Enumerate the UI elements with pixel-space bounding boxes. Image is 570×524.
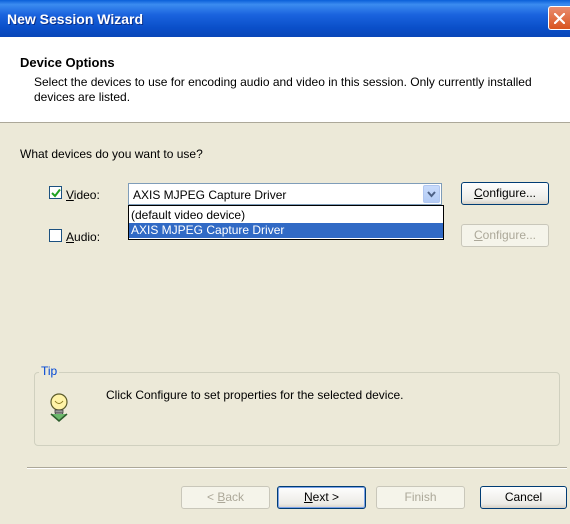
page-description: Select the devices to use for encoding a… <box>34 75 532 104</box>
checkmark-icon <box>51 188 61 198</box>
video-dropdown-button[interactable] <box>423 185 440 203</box>
page-title: Device Options <box>20 55 115 70</box>
wizard-header: Device Options Select the devices to use… <box>0 37 570 123</box>
video-device-selected: AXIS MJPEG Capture Driver <box>133 188 287 202</box>
chevron-down-icon <box>427 191 436 198</box>
audio-label: Audio: <box>66 230 101 244</box>
next-button[interactable]: Next > <box>277 486 366 509</box>
back-button[interactable]: < Back <box>181 486 270 509</box>
finish-button[interactable]: Finish <box>376 486 465 509</box>
footer-separator <box>27 467 567 469</box>
dropdown-option-selected[interactable]: AXIS MJPEG Capture Driver <box>129 223 443 238</box>
video-device-select[interactable]: AXIS MJPEG Capture Driver <box>128 183 442 205</box>
audio-configure-button[interactable]: Configure... <box>461 224 549 247</box>
device-question: What devices do you want to use? <box>20 147 203 161</box>
video-label: Video: <box>66 188 100 202</box>
video-checkbox[interactable] <box>49 186 62 199</box>
tip-groupbox <box>34 372 560 446</box>
tip-legend: Tip <box>39 364 60 378</box>
window-title: New Session Wizard <box>7 11 144 27</box>
title-bar: New Session Wizard <box>0 0 570 37</box>
cancel-button[interactable]: Cancel <box>480 486 567 509</box>
lightbulb-icon <box>48 392 70 425</box>
audio-checkbox[interactable] <box>49 229 62 242</box>
close-icon <box>554 13 565 24</box>
dropdown-option[interactable]: (default video device) <box>129 208 443 223</box>
video-configure-button[interactable]: Configure... <box>461 182 549 205</box>
video-device-dropdown-list: (default video device) AXIS MJPEG Captur… <box>128 205 444 240</box>
tip-text: Click Configure to set properties for th… <box>106 388 404 402</box>
close-button[interactable] <box>548 6 570 30</box>
